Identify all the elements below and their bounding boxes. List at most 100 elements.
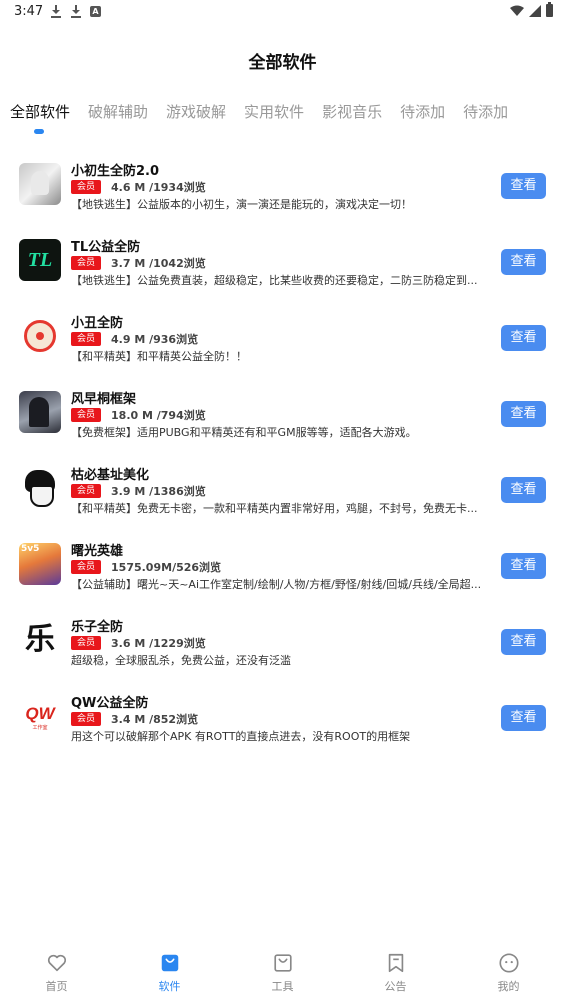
nav-profile[interactable]: 我的 xyxy=(452,945,565,1004)
app-meta: 会员 1575.09M/526浏览 xyxy=(71,559,221,575)
tab-label: 待添加 xyxy=(400,103,446,121)
game-hero-icon: 5v5 xyxy=(19,543,61,585)
size-views: 4.9 M /936浏览 xyxy=(111,333,199,346)
list-item[interactable]: TL TL公益全防 会员 3.7 M /1042浏览 【地铁逃生】公益免费直装，… xyxy=(0,228,565,304)
app-name: 乐子全防 xyxy=(71,620,124,635)
view-button[interactable]: 查看 xyxy=(501,629,546,655)
icon-text: QW xyxy=(25,704,55,723)
app-name: 小初生全防2.0 xyxy=(71,164,160,179)
tab-game-crack[interactable]: 游戏破解 xyxy=(166,101,226,135)
list-item[interactable]: QW 工作室 QW公益全防 会员 3.4 M /852浏览 用这个可以破解那个AP… xyxy=(0,684,565,760)
view-button[interactable]: 查看 xyxy=(501,401,546,427)
nav-announcement[interactable]: 公告 xyxy=(339,945,452,1004)
app-description: 【公益辅助】曙光~天~Ai工作室定制/绘制/人物/方框/野怪/射线/回城/兵线/… xyxy=(71,578,482,591)
status-bar: 3:47 A xyxy=(0,0,565,24)
anime-boy-icon xyxy=(19,467,61,509)
heart-icon xyxy=(47,954,66,972)
app-description: 【免费框架】适用PUBG和平精英还有和平GM服等等，适配各大游戏。 xyxy=(71,426,417,439)
icon-subtext: 工作室 xyxy=(32,725,48,731)
size-views: 3.4 M /852浏览 xyxy=(111,713,199,726)
qw-logo-icon: QW 工作室 xyxy=(19,695,61,737)
view-button[interactable]: 查看 xyxy=(501,477,546,503)
icon-text: 5v5 xyxy=(21,544,40,554)
list-item[interactable]: 小丑全防 会员 4.9 M /936浏览 【和平精英】和平精英公益全防！！ 查看 xyxy=(0,304,565,380)
tab-utility-software[interactable]: 实用软件 xyxy=(244,101,304,135)
list-item[interactable]: 枯必基址美化 会员 3.9 M /1386浏览 【和平精英】免费无卡密，一款和平… xyxy=(0,456,565,532)
view-button[interactable]: 查看 xyxy=(501,173,546,199)
icon-text: 乐 xyxy=(25,622,55,657)
clown-icon xyxy=(19,315,61,357)
size-views: 4.6 M /1934浏览 xyxy=(111,181,206,194)
wifi-icon xyxy=(510,5,524,16)
app-description: 【和平精英】免费无卡密，一款和平精英内置非常好用，鸡腿，不封号，免费无卡... xyxy=(71,502,478,515)
bag-outline-icon xyxy=(273,954,292,972)
nav-label: 软件 xyxy=(158,980,181,993)
a-icon: A xyxy=(90,6,101,17)
smiley-icon xyxy=(498,953,519,973)
list-item[interactable]: 小初生全防2.0 会员 4.6 M /1934浏览 【地铁逃生】公益版本的小初生… xyxy=(0,152,565,228)
app-name: 枯必基址美化 xyxy=(71,468,150,483)
vip-badge: 会员 xyxy=(71,712,102,726)
app-name: 曙光英雄 xyxy=(71,544,124,559)
app-meta: 会员 18.0 M /794浏览 xyxy=(71,407,206,423)
vip-badge: 会员 xyxy=(71,560,102,574)
tab-label: 影视音乐 xyxy=(322,103,383,121)
size-views: 1575.09M/526浏览 xyxy=(111,561,222,574)
tab-label: 全部软件 xyxy=(10,103,71,121)
shopping-bag-icon xyxy=(161,954,178,972)
signal-icon xyxy=(529,4,541,17)
vip-badge: 会员 xyxy=(71,332,102,346)
view-button[interactable]: 查看 xyxy=(501,325,546,351)
anime-girl-icon xyxy=(19,163,61,205)
tl-logo-icon: TL xyxy=(19,239,61,281)
nav-software[interactable]: 软件 xyxy=(113,945,226,1004)
nav-tools[interactable]: 工具 xyxy=(226,945,339,1004)
vip-badge: 会员 xyxy=(71,256,102,270)
download-icon xyxy=(50,5,62,18)
status-time: 3:47 xyxy=(14,4,44,19)
app-description: 【和平精英】和平精英公益全防！！ xyxy=(71,350,247,363)
app-list: 小初生全防2.0 会员 4.6 M /1934浏览 【地铁逃生】公益版本的小初生… xyxy=(0,152,565,760)
bookmark-icon xyxy=(388,953,403,973)
tab-label: 破解辅助 xyxy=(88,103,149,121)
anime-swordsman-icon xyxy=(19,391,61,433)
tab-label: 游戏破解 xyxy=(166,103,227,121)
bottom-nav: 首页 软件 工具 公告 我的 xyxy=(0,945,565,1004)
nav-home[interactable]: 首页 xyxy=(0,945,113,1004)
app-meta: 会员 3.6 M /1229浏览 xyxy=(71,635,206,651)
view-button[interactable]: 查看 xyxy=(501,553,546,579)
app-meta: 会员 4.6 M /1934浏览 xyxy=(71,179,206,195)
size-views: 18.0 M /794浏览 xyxy=(111,409,206,422)
list-item[interactable]: 风早桐框架 会员 18.0 M /794浏览 【免费框架】适用PUBG和平精英还… xyxy=(0,380,565,456)
list-item[interactable]: 5v5 曙光英雄 会员 1575.09M/526浏览 【公益辅助】曙光~天~Ai… xyxy=(0,532,565,608)
app-description: 【地铁逃生】公益版本的小初生，演一演还是能玩的，演戏决定一切！ xyxy=(71,198,412,211)
tab-pending-1[interactable]: 待添加 xyxy=(400,101,445,135)
app-description: 【地铁逃生】公益免费直装，超级稳定，比某些收费的还要稳定，二防三防稳定到... xyxy=(71,274,478,287)
view-button[interactable]: 查看 xyxy=(501,705,546,731)
app-meta: 会员 3.7 M /1042浏览 xyxy=(71,255,206,271)
calligraphy-le-icon: 乐 xyxy=(19,619,61,661)
active-tab-indicator xyxy=(34,129,44,134)
nav-label: 公告 xyxy=(384,980,407,993)
vip-badge: 会员 xyxy=(71,484,102,498)
app-description: 用这个可以破解那个APK 有ROTT的直接点进去，没有ROOT的用框架 xyxy=(71,730,411,743)
app-meta: 会员 4.9 M /936浏览 xyxy=(71,331,198,347)
size-views: 3.9 M /1386浏览 xyxy=(111,485,206,498)
view-button[interactable]: 查看 xyxy=(501,249,546,275)
app-meta: 会员 3.9 M /1386浏览 xyxy=(71,483,206,499)
category-tabs: 全部软件 破解辅助 游戏破解 实用软件 影视音乐 待添加 待添加 xyxy=(10,101,555,137)
page-title: 全部软件 xyxy=(248,53,317,73)
status-notification-icons: A xyxy=(50,5,101,18)
battery-icon xyxy=(546,2,553,17)
vip-badge: 会员 xyxy=(71,180,102,194)
tab-video-music[interactable]: 影视音乐 xyxy=(322,101,382,135)
tab-label: 待添加 xyxy=(463,103,509,121)
nav-label: 工具 xyxy=(271,980,294,993)
app-name: 风早桐框架 xyxy=(71,392,137,407)
tab-pending-2[interactable]: 待添加 xyxy=(463,101,508,135)
app-name: QW公益全防 xyxy=(71,696,149,711)
vip-badge: 会员 xyxy=(71,636,102,650)
app-meta: 会员 3.4 M /852浏览 xyxy=(71,711,198,727)
tab-crack-assist[interactable]: 破解辅助 xyxy=(88,101,148,135)
list-item[interactable]: 乐 乐子全防 会员 3.6 M /1229浏览 超级稳，全球服乱杀，免费公益，还… xyxy=(0,608,565,684)
